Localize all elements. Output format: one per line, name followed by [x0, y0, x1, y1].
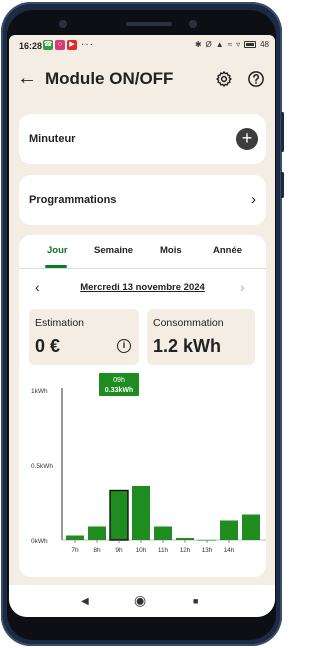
schedules-card[interactable]: Programmations › — [19, 175, 266, 225]
chart-bar[interactable] — [132, 486, 150, 540]
speaker-grille — [126, 22, 172, 26]
whatsapp-icon: ☎ — [43, 40, 53, 50]
back-arrow-icon[interactable]: ← — [17, 68, 37, 88]
tooltip-hour: 09h — [113, 377, 125, 384]
x-tick-label: 7h — [71, 547, 79, 554]
consumption-box: Consommation 1.2 kWh — [147, 309, 255, 365]
x-tick-label: 10h — [136, 547, 147, 554]
page-title: Module ON/OFF — [45, 69, 174, 88]
power-button — [281, 172, 284, 198]
status-bar: 16:28 ☎ ○ ▶ ··· ✱ Ø ▲ ≈ ▿ 48 — [9, 35, 275, 57]
wifi-icon: ≈ — [227, 40, 233, 49]
battery-icon — [244, 41, 257, 48]
consumption-label: Consommation — [153, 317, 224, 329]
estimation-box: Estimation 0 € i — [29, 309, 139, 365]
tooltip-value: 0.33kWh — [105, 387, 133, 394]
status-time: 16:28 — [19, 41, 43, 51]
phone-frame: 16:28 ☎ ○ ▶ ··· ✱ Ø ▲ ≈ ▿ 48 ← Module ON… — [1, 2, 284, 646]
chart-bar[interactable] — [242, 514, 260, 541]
chevron-right-icon: › — [251, 191, 256, 208]
tab-week[interactable]: Semaine — [94, 245, 133, 256]
timer-card[interactable]: Minuteur + — [19, 114, 266, 164]
y-tick-label: 1kWh — [31, 388, 48, 395]
tab-month[interactable]: Mois — [160, 245, 182, 256]
x-tick-label: 14h — [224, 547, 235, 554]
app-header: ← Module ON/OFF — [9, 57, 275, 107]
chart-bar[interactable] — [109, 489, 129, 541]
x-tick-label: 8h — [93, 547, 101, 554]
consumption-value: 1.2 kWh — [153, 336, 222, 356]
battery-level: 48 — [260, 40, 269, 49]
more-notifications-icon: ··· — [81, 39, 94, 50]
period-tabs: Jour Semaine Mois Année — [19, 243, 266, 269]
x-tick-label: 9h — [115, 547, 123, 554]
gear-icon[interactable] — [215, 70, 233, 88]
date-selector: ‹ Mercredi 13 novembre 2024 › — [19, 279, 266, 299]
consumption-chart: 1kWh 0.5kWh 0kWh 7h 8h 9h 10h 11h 12h 13h 14h 09h 0.… — [31, 373, 266, 554]
timer-label: Minuteur — [29, 133, 76, 145]
tab-year[interactable]: Année — [213, 245, 242, 256]
app-screen: 16:28 ☎ ○ ▶ ··· ✱ Ø ▲ ≈ ▿ 48 ← Module ON… — [9, 35, 275, 617]
y-tick-label: 0.5kWh — [31, 463, 53, 470]
energy-card: Jour Semaine Mois Année ‹ Mercredi 13 no… — [19, 235, 266, 577]
question-circle-icon[interactable] — [247, 70, 265, 88]
estimation-value: 0 € — [35, 336, 61, 356]
next-day-icon[interactable]: › — [240, 279, 245, 295]
signal-icon: ▲ — [215, 40, 224, 49]
chart-bar[interactable] — [88, 526, 106, 541]
sensor-dot — [59, 20, 67, 28]
x-tick-label: 12h — [180, 547, 191, 554]
instagram-icon: ○ — [55, 40, 65, 50]
bluetooth-icon: ✱ — [194, 40, 202, 49]
nav-recents-button[interactable]: ■ — [193, 596, 198, 606]
youtube-icon: ▶ — [67, 40, 77, 50]
y-tick-label: 0kWh — [31, 538, 48, 545]
chart-bar[interactable] — [66, 535, 84, 541]
schedules-label: Programmations — [29, 194, 117, 206]
selected-date[interactable]: Mercredi 13 novembre 2024 — [19, 282, 266, 293]
volume-button — [281, 112, 284, 152]
front-camera — [189, 20, 197, 28]
info-icon[interactable]: i — [117, 339, 131, 353]
data-icon: ▿ — [236, 40, 241, 49]
x-tick-label: 13h — [202, 547, 213, 554]
mute-icon: Ø — [205, 40, 212, 49]
active-tab-indicator — [45, 265, 67, 268]
x-tick-label: 11h — [158, 547, 169, 554]
chart-bar[interactable] — [176, 538, 194, 540]
chart-bar[interactable] — [154, 526, 172, 541]
estimation-label: Estimation — [35, 317, 85, 329]
tab-day[interactable]: Jour — [47, 245, 68, 256]
add-timer-button[interactable]: + — [236, 128, 258, 150]
android-nav-bar: ◀ ◉ ■ — [9, 585, 275, 617]
nav-home-button[interactable]: ◉ — [134, 592, 146, 609]
chart-bar[interactable] — [220, 520, 238, 541]
nav-back-button[interactable]: ◀ — [81, 596, 89, 607]
